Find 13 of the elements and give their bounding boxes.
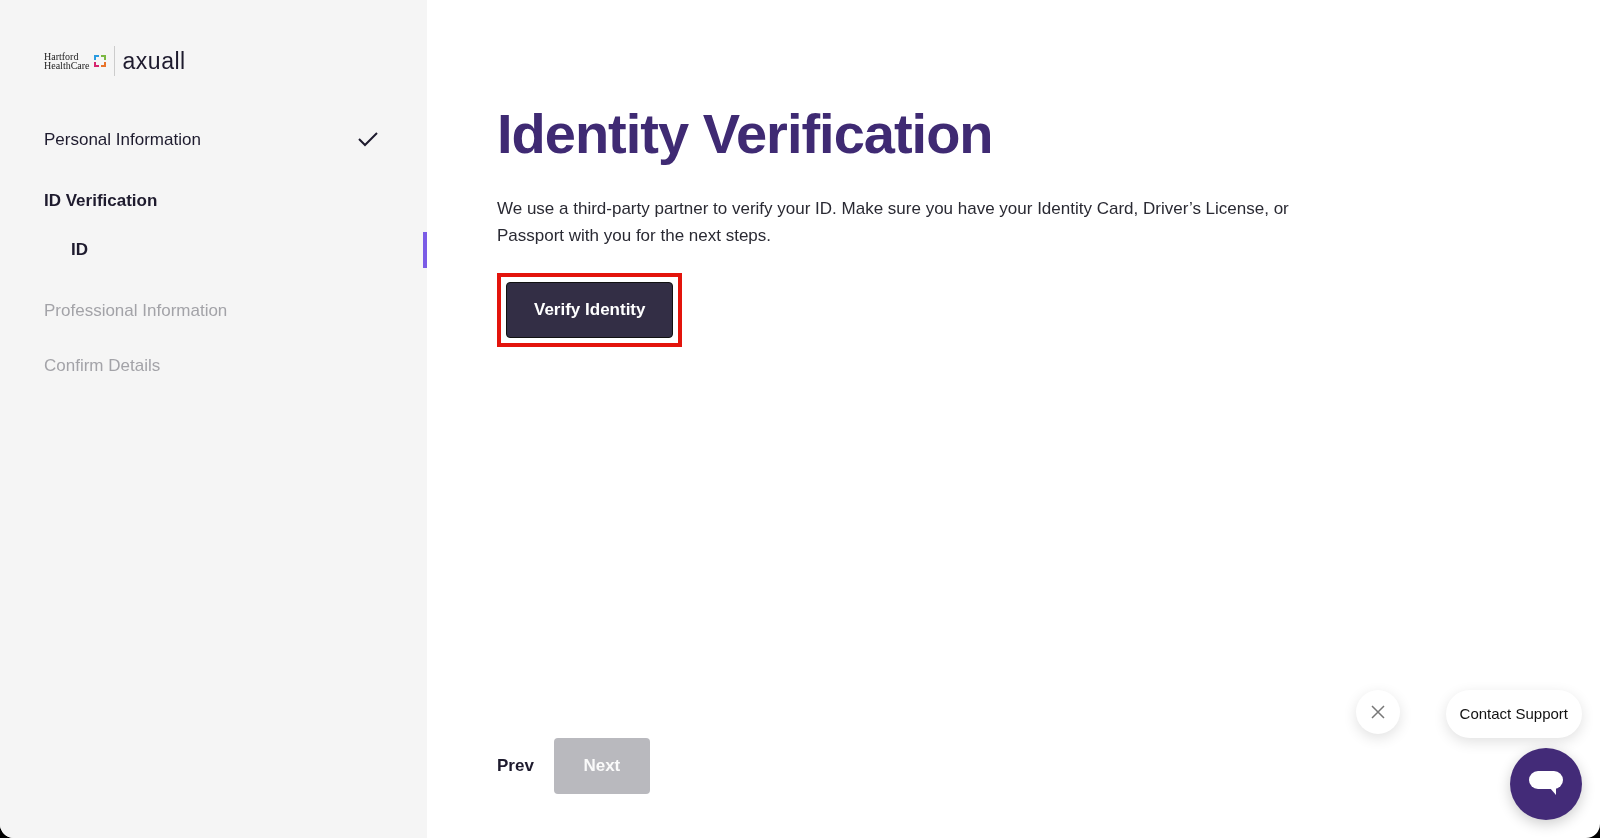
verify-identity-button[interactable]: Verify Identity: [506, 282, 674, 338]
partner-logo-text: Hartford HealthCare: [44, 52, 90, 71]
chat-button[interactable]: [1510, 748, 1582, 820]
brand-logo: axuall: [122, 47, 186, 76]
page-title: Identity Verification: [497, 101, 994, 167]
prev-button[interactable]: Prev: [497, 753, 534, 779]
step-label[interactable]: Personal Information: [44, 126, 201, 152]
description-text: We use a third-party partner to verify your ID. Make sure you have your Identity Card, Driver’s License, or Passport with you for the next steps.: [497, 198, 1290, 248]
close-icon: [1371, 705, 1385, 719]
partner-logo-icon: [93, 55, 106, 68]
support-bubble[interactable]: Contact Support: [1445, 689, 1582, 738]
substep-label[interactable]: ID: [44, 236, 88, 263]
step-label[interactable]: ID Verification: [44, 188, 158, 214]
